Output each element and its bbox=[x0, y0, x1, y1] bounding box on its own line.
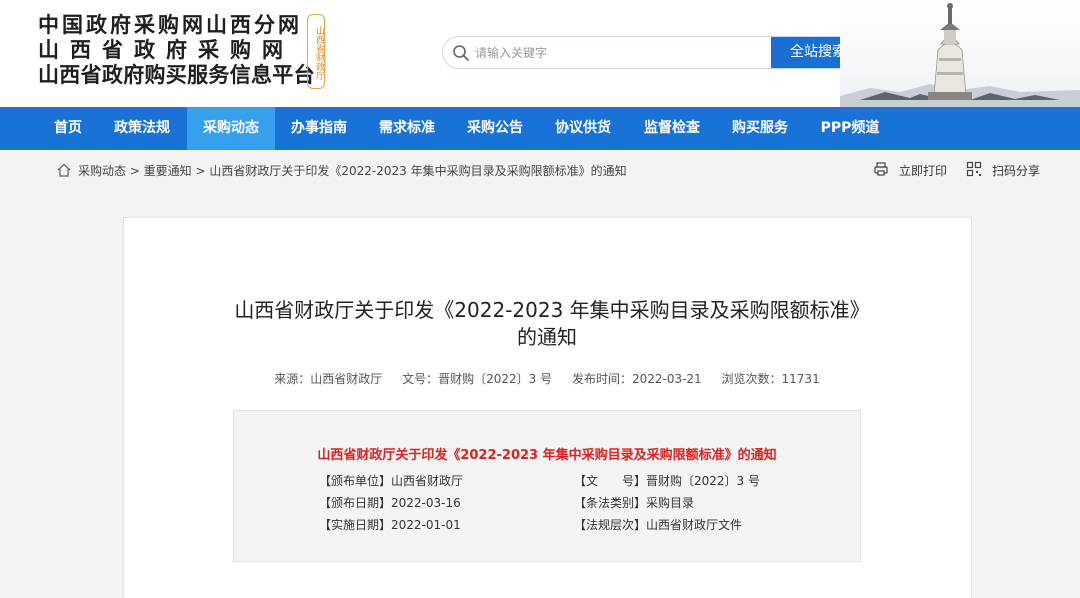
nav-purchase-service[interactable]: 购买服务 bbox=[722, 107, 798, 150]
logo-line-1: 中国政府采购网山西分网 bbox=[38, 13, 302, 37]
nav-home[interactable]: 首页 bbox=[38, 107, 98, 150]
info-doc-number: 【文 号】晋财购〔2022〕3 号 bbox=[574, 474, 760, 488]
meta-view-count: 浏览次数：11731 bbox=[721, 372, 820, 386]
site-logo[interactable]: 中国政府采购网山西分网 山西省政府采购网 山西省政府购买服务信息平台 bbox=[38, 13, 315, 88]
finance-dept-seal: 山西省财政厅 bbox=[307, 14, 325, 89]
nav-procurement-news[interactable]: 采购动态 bbox=[187, 107, 275, 150]
site-header: 中国政府采购网山西分网 山西省政府采购网 山西省政府购买服务信息平台 山西省财政… bbox=[0, 0, 1080, 107]
meta-source: 来源：山西省财政厅 bbox=[274, 372, 383, 386]
nav-ppp[interactable]: PPP频道 bbox=[810, 107, 890, 150]
search-box: 全站搜索 bbox=[442, 36, 866, 69]
home-icon[interactable] bbox=[56, 162, 72, 178]
logo-line-3: 山西省政府购买服务信息平台 bbox=[38, 63, 315, 87]
info-issue-date: 【颁布日期】2022-03-16 bbox=[319, 496, 461, 510]
nav-announcements[interactable]: 采购公告 bbox=[457, 107, 533, 150]
info-effective-date: 【实施日期】2022-01-01 bbox=[319, 518, 461, 532]
nav-agreement-supply[interactable]: 协议供货 bbox=[545, 107, 621, 150]
share-link[interactable]: 扫码分享 bbox=[992, 162, 1040, 180]
nav-guide[interactable]: 办事指南 bbox=[281, 107, 357, 150]
nav-supervision[interactable]: 监督检查 bbox=[634, 107, 710, 150]
search-input[interactable] bbox=[475, 37, 775, 68]
nav-policy[interactable]: 政策法规 bbox=[104, 107, 180, 150]
info-category: 【条法类别】采购目录 bbox=[574, 496, 695, 510]
article-title: 山西省财政厅关于印发《2022-2023 年集中采购目录及采购限额标准》的通知 bbox=[234, 298, 860, 349]
article-meta: 来源：山西省财政厅 文号：晋财购〔2022〕3 号 发布时间：2022-03-2… bbox=[233, 370, 861, 387]
nav-standards[interactable]: 需求标准 bbox=[369, 107, 445, 150]
pagoda-banner-image bbox=[840, 0, 1080, 107]
breadcrumb[interactable]: 采购动态 > 重要通知 > 山西省财政厅关于印发《2022-2023 年集中采购… bbox=[78, 162, 627, 180]
print-link[interactable]: 立即打印 bbox=[899, 162, 947, 180]
search-icon bbox=[453, 45, 469, 61]
meta-doc-number: 文号：晋财购〔2022〕3 号 bbox=[402, 372, 553, 386]
meta-publish-date: 发布时间：2022-03-21 bbox=[571, 372, 702, 386]
info-issuer: 【颁布单位】山西省财政厅 bbox=[319, 474, 464, 488]
printer-icon[interactable] bbox=[873, 161, 889, 177]
qrcode-icon[interactable] bbox=[966, 161, 982, 177]
logo-line-2: 山西省政府采购网 bbox=[38, 38, 294, 62]
info-level: 【法规层次】山西省财政厅文件 bbox=[574, 518, 743, 532]
info-title: 山西省财政厅关于印发《2022-2023 年集中采购目录及采购限额标准》的通知 bbox=[317, 448, 777, 463]
main-nav: 首页 政策法规 采购动态 办事指南 需求标准 采购公告 协议供货 监督检查 购买… bbox=[0, 107, 1080, 150]
